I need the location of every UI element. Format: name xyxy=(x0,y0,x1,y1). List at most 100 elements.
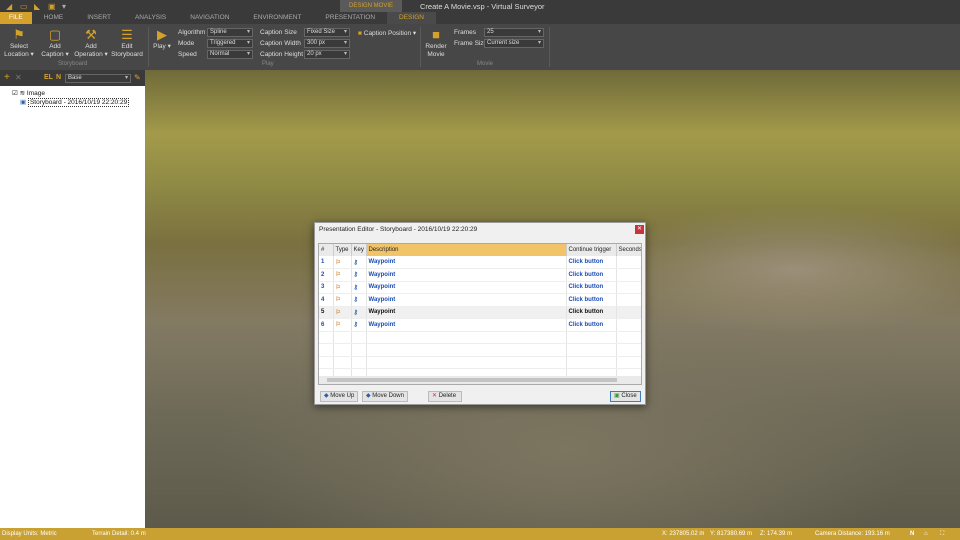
row-seconds[interactable] xyxy=(616,293,641,307)
row-seconds[interactable] xyxy=(616,318,641,332)
row-description[interactable]: Waypoint xyxy=(366,268,567,282)
tab-presentation[interactable]: PRESENTATION xyxy=(313,12,387,24)
column-header[interactable]: Continue trigger xyxy=(566,244,617,256)
key-icon: ⚷ xyxy=(351,318,367,332)
table-row[interactable]: 2 ⚐ ⚷ Waypoint Click button xyxy=(319,268,641,282)
row-seconds[interactable] xyxy=(616,281,641,294)
table-row[interactable]: 5 ⚐ ⚷ Waypoint Click button xyxy=(319,306,641,319)
fullscreen-icon[interactable]: ⛶ xyxy=(940,528,944,540)
table-row[interactable]: 1 ⚐ ⚷ Waypoint Click button xyxy=(319,256,641,269)
frame-size-select[interactable]: Current size xyxy=(484,39,544,48)
tree-item-storyboard[interactable]: ▣ Storyboard - 2016/10/19 22:20:29 xyxy=(20,98,130,107)
layer-tree: ☑ ≋ Image ▣ Storyboard - 2016/10/19 22:2… xyxy=(0,86,145,528)
table-row[interactable]: 4 ⚐ ⚷ Waypoint Click button xyxy=(319,293,641,307)
row-trigger[interactable]: Click button xyxy=(566,306,617,319)
row-trigger[interactable]: Click button xyxy=(566,256,617,269)
frame-size-label: Frame Size xyxy=(454,40,488,47)
column-header[interactable]: # xyxy=(319,244,334,256)
row-seconds[interactable] xyxy=(616,256,641,269)
column-header[interactable]: Key xyxy=(351,244,367,256)
row-trigger[interactable]: Click button xyxy=(566,318,617,332)
table-row[interactable]: 6 ⚐ ⚷ Waypoint Click button xyxy=(319,318,641,332)
move-up-button[interactable]: ◆ Move Up xyxy=(320,391,359,402)
remove-icon[interactable]: ✕ xyxy=(15,73,22,82)
row-trigger[interactable]: Click button xyxy=(566,293,617,307)
caption-width-label: Caption Width xyxy=(260,40,301,47)
y-coordinate: Y: 817380.69 m xyxy=(710,531,753,537)
add-caption-button[interactable]: ▢ Add Caption ▾ xyxy=(40,27,70,59)
delete-button[interactable]: ✕ Delete xyxy=(428,391,462,402)
delete-icon: ✕ xyxy=(432,393,438,399)
edit-storyboard-button[interactable]: ☰ Edit Storyboard xyxy=(110,27,144,59)
mode-select[interactable]: Triggered xyxy=(207,39,253,48)
key-icon: ⚷ xyxy=(351,256,367,269)
up-icon: ◆ xyxy=(324,393,329,399)
row-description[interactable]: Waypoint xyxy=(366,306,567,319)
row-description[interactable]: Waypoint xyxy=(366,256,567,269)
dialog-title: Presentation Editor - Storyboard - 2016/… xyxy=(319,226,478,233)
column-header[interactable]: Seconds xyxy=(616,244,641,256)
frames-input[interactable]: 25 xyxy=(484,28,544,37)
terrain-detail: Terrain Detail: 0.4 m xyxy=(92,531,146,537)
empty-row xyxy=(319,343,641,357)
tab-file[interactable]: FILE xyxy=(0,12,32,24)
tab-design-movie[interactable]: DESIGN MOVIE xyxy=(387,12,436,33)
home-icon[interactable]: ⌂ xyxy=(924,528,928,540)
row-trigger[interactable]: Click button xyxy=(566,281,617,294)
tab-home[interactable]: HOME xyxy=(32,12,76,24)
key-icon: ⚷ xyxy=(351,268,367,282)
speed-select[interactable]: Normal xyxy=(207,50,253,59)
row-number: 6 xyxy=(319,318,334,332)
play-button[interactable]: ▶ Play ▾ xyxy=(152,27,172,51)
render-movie-button[interactable]: ■ Render Movie xyxy=(424,27,448,59)
caption-width-input[interactable]: 300 px xyxy=(304,39,350,48)
north-icon[interactable]: N xyxy=(910,528,914,540)
checkbox[interactable]: ☑ xyxy=(12,90,18,97)
quick-access-dropdown-icon[interactable]: ▾ xyxy=(62,2,66,11)
column-header[interactable]: Description xyxy=(366,244,567,256)
key-icon: ⚷ xyxy=(351,281,367,294)
layers-icon: ≋ xyxy=(19,90,26,97)
storyboard-icon: ▣ xyxy=(20,99,27,106)
caption-size-select[interactable]: Fixed Size xyxy=(304,28,350,37)
scrollbar-thumb[interactable] xyxy=(327,378,617,382)
tab-analysis[interactable]: ANALYSIS xyxy=(123,12,178,24)
column-header[interactable]: Type xyxy=(333,244,352,256)
layer-select[interactable]: Base xyxy=(65,74,131,83)
row-description[interactable]: Waypoint xyxy=(366,281,567,294)
video-camera-icon: ■ xyxy=(432,27,440,42)
add-operation-button[interactable]: ⚒ Add Operation ▾ xyxy=(72,27,110,59)
divider xyxy=(549,27,550,67)
open-icon[interactable]: ▭ xyxy=(20,2,28,11)
row-seconds[interactable] xyxy=(616,306,641,319)
caption-height-input[interactable]: 20 px xyxy=(304,50,350,59)
el-button[interactable]: EL xyxy=(44,74,53,81)
table-row[interactable]: 3 ⚐ ⚷ Waypoint Click button xyxy=(319,281,641,294)
move-down-button[interactable]: ◆ Move Down xyxy=(362,391,408,402)
x-coordinate: X: 237805.02 m xyxy=(662,531,705,537)
dialog-close-icon[interactable]: ✕ xyxy=(635,225,644,234)
add-icon[interactable]: + xyxy=(4,72,10,83)
caption-position-icon: ■ xyxy=(358,30,362,37)
group-label-storyboard: Storyboard xyxy=(58,61,88,67)
tab-insert[interactable]: INSERT xyxy=(75,12,123,24)
close-button[interactable]: ▣ Close xyxy=(610,391,641,402)
algorithm-select[interactable]: Spline xyxy=(207,28,253,37)
row-number: 2 xyxy=(319,268,334,282)
row-description[interactable]: Waypoint xyxy=(366,318,567,332)
tree-item-image[interactable]: ☑ ≋ Image xyxy=(12,89,45,97)
horizontal-scrollbar[interactable] xyxy=(319,376,641,384)
import-icon[interactable]: ◣ xyxy=(34,2,40,11)
row-trigger[interactable]: Click button xyxy=(566,268,617,282)
waypoint-type-icon: ⚐ xyxy=(333,268,352,282)
select-location-button[interactable]: ⚑ Select Location ▾ xyxy=(4,27,34,59)
tab-navigation[interactable]: NAVIGATION xyxy=(178,12,241,24)
waypoint-type-icon: ⚐ xyxy=(333,293,352,307)
caption-position-button[interactable]: ■ Caption Position ▾ xyxy=(358,29,416,37)
save-icon[interactable]: ▣ xyxy=(48,2,56,11)
tab-environment[interactable]: ENVIRONMENT xyxy=(241,12,313,24)
row-seconds[interactable] xyxy=(616,268,641,282)
brush-icon[interactable]: ✎ xyxy=(134,73,141,82)
n-button[interactable]: N xyxy=(56,74,61,81)
row-description[interactable]: Waypoint xyxy=(366,293,567,307)
